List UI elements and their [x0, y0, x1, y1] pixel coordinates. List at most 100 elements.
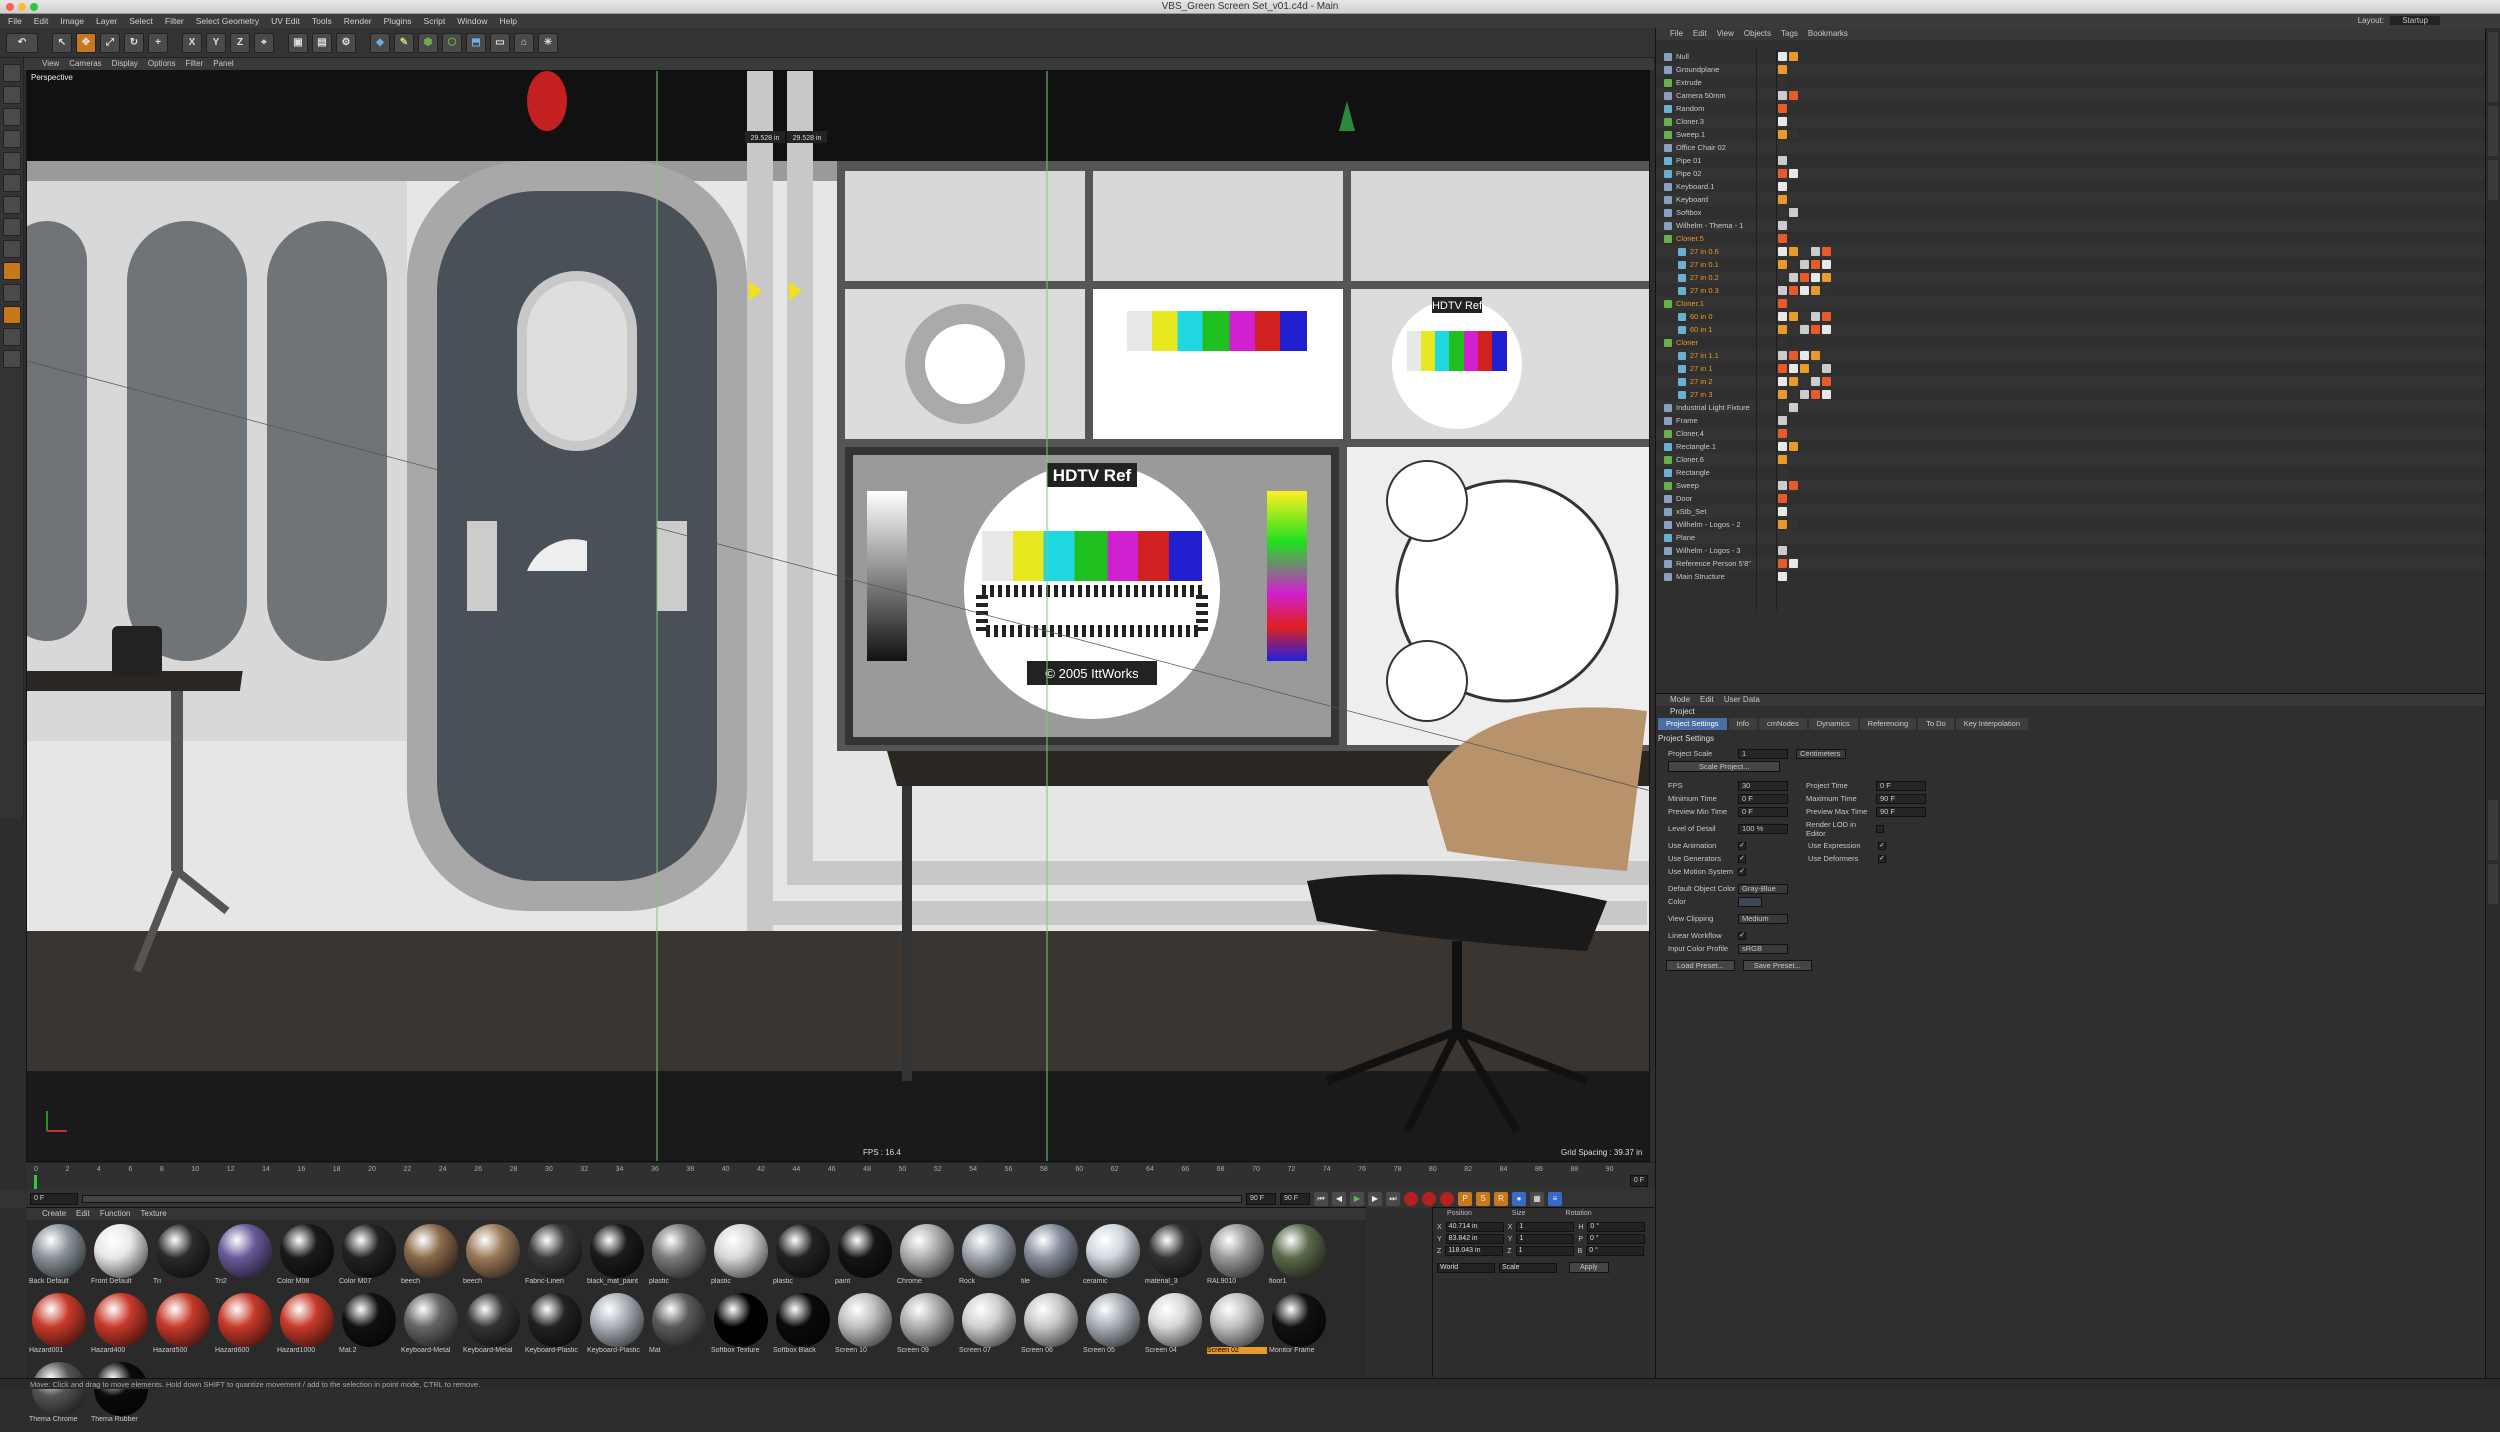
object-row[interactable]: Reference Person 5'8" [1656, 557, 2486, 570]
object-tag-icon[interactable] [1778, 247, 1787, 256]
min-time-field[interactable]: 0 F [1738, 793, 1788, 804]
object-tag-icon[interactable] [1778, 572, 1787, 581]
material-swatch[interactable]: Color M08 [277, 1224, 336, 1290]
object-tag-icon[interactable] [1789, 559, 1798, 568]
object-name[interactable]: Sweep [1676, 481, 1776, 490]
load-preset-button[interactable]: Load Preset... [1666, 960, 1735, 971]
preview-min-field[interactable]: 0 F [1738, 806, 1788, 817]
object-tag-icon[interactable] [1800, 273, 1809, 282]
scale-tool-icon[interactable]: ⤢ [100, 32, 120, 53]
object-tag-icon[interactable] [1800, 260, 1809, 269]
material-swatch[interactable]: beech [401, 1224, 460, 1290]
object-menu-objects[interactable]: Objects [1744, 28, 1771, 40]
object-name[interactable]: Rectangle [1676, 468, 1776, 477]
end-frame-field[interactable]: 90 F [1246, 1193, 1276, 1205]
object-tag-icon[interactable] [1822, 260, 1831, 269]
object-tag-icon[interactable] [1778, 325, 1787, 334]
object-tag-icon[interactable] [1778, 507, 1787, 516]
object-tag-icon[interactable] [1778, 78, 1787, 87]
lod-field[interactable]: 100 % [1738, 823, 1788, 834]
object-name[interactable]: Cloner [1676, 338, 1776, 347]
sculpt-icon[interactable] [2, 306, 21, 324]
object-row[interactable]: Wilhelm - Logos - 3 [1656, 544, 2486, 557]
object-tag-icon[interactable] [1778, 481, 1787, 490]
object-tag-icon[interactable] [1778, 559, 1787, 568]
object-tag-icon[interactable] [1811, 247, 1820, 256]
object-name[interactable]: Wilhelm - Thema - 1 [1676, 221, 1776, 230]
material-swatch[interactable]: Hazard600 [215, 1293, 274, 1359]
material-swatch[interactable]: Screen 10 [835, 1293, 894, 1359]
object-name[interactable]: Main Structure [1676, 572, 1776, 581]
object-name[interactable]: 27 in 1.1 [1690, 351, 1790, 360]
object-name[interactable]: Wilhelm - Logos - 3 [1676, 546, 1776, 555]
object-row[interactable]: Frame [1656, 414, 2486, 427]
object-tag-icon[interactable] [1789, 130, 1798, 139]
object-name[interactable]: Softbox [1676, 208, 1776, 217]
material-swatch[interactable]: Screen 04 [1145, 1293, 1204, 1359]
object-row[interactable]: Groundplane [1656, 63, 2486, 76]
planar-workplane-icon[interactable] [2, 328, 21, 346]
object-row[interactable]: Office Chair 02 [1656, 141, 2486, 154]
object-row[interactable]: 27 in 3 [1656, 388, 2486, 401]
object-row[interactable]: xStb_Set [1656, 505, 2486, 518]
object-tag-icon[interactable] [1811, 364, 1820, 373]
object-tag-icon[interactable] [1778, 494, 1787, 503]
menu-uv-edit[interactable]: UV Edit [271, 14, 300, 28]
material-swatch[interactable]: Mat.2 [339, 1293, 398, 1359]
object-tag-icon[interactable] [1778, 429, 1787, 438]
project-time-field[interactable]: 0 F [1876, 780, 1926, 791]
object-row[interactable]: Plane [1656, 531, 2486, 544]
material-swatch[interactable]: Mat [649, 1293, 708, 1359]
object-name[interactable]: Plane [1676, 533, 1776, 542]
object-row[interactable]: Random [1656, 102, 2486, 115]
object-name[interactable]: 27 in 1 [1690, 364, 1790, 373]
object-name[interactable]: Office Chair 02 [1676, 143, 1776, 152]
object-tag-icon[interactable] [1811, 312, 1820, 321]
object-tag-icon[interactable] [1778, 156, 1787, 165]
close-window-button[interactable] [6, 3, 14, 11]
menu-file[interactable]: File [8, 14, 22, 28]
tab-info[interactable]: Info [1728, 718, 1758, 730]
end-frame-field-2[interactable]: 90 F [1280, 1193, 1310, 1205]
object-row[interactable]: Cloner.6 [1656, 453, 2486, 466]
render-settings-icon[interactable]: ⚙ [336, 32, 356, 53]
viewport-menu-options[interactable]: Options [148, 58, 176, 70]
snapping-icon[interactable] [2, 262, 21, 280]
object-tag-icon[interactable] [1811, 260, 1820, 269]
material-swatch[interactable]: Monitor Frame [1269, 1293, 1328, 1359]
scale-project-button[interactable]: Scale Project... [1668, 761, 1781, 772]
project-scale-field[interactable]: 1 [1738, 748, 1788, 759]
object-row[interactable]: Main Structure [1656, 570, 2486, 583]
material-menu-edit[interactable]: Edit [76, 1208, 90, 1220]
object-tag-icon[interactable] [1800, 377, 1809, 386]
go-to-start-icon[interactable]: ⏮ [1314, 1192, 1328, 1206]
attribute-menu-user-data[interactable]: User Data [1724, 694, 1760, 706]
rotation-field[interactable]: 0 ° [1587, 1222, 1646, 1232]
object-tag-icon[interactable] [1822, 247, 1831, 256]
rotation-key-icon[interactable]: R [1494, 1192, 1508, 1206]
object-name[interactable]: 27 in 3 [1690, 390, 1790, 399]
material-swatch[interactable]: floor1 [1269, 1224, 1328, 1290]
object-tag-icon[interactable] [1789, 390, 1798, 399]
object-tag-icon[interactable] [1778, 338, 1787, 347]
object-name[interactable]: 27 in 2 [1690, 377, 1790, 386]
render-view-icon[interactable]: ▣ [288, 32, 308, 53]
scale-key-icon[interactable]: S [1476, 1192, 1490, 1206]
material-swatch[interactable]: Back Default [29, 1224, 88, 1290]
object-name[interactable]: Reference Person 5'8" [1676, 559, 1776, 568]
object-tag-icon[interactable] [1800, 247, 1809, 256]
attribute-menu-edit[interactable]: Edit [1700, 694, 1714, 706]
size-field[interactable]: 1 [1515, 1246, 1574, 1256]
object-color-select[interactable]: Gray-Blue [1738, 883, 1788, 894]
position-key-icon[interactable]: P [1458, 1192, 1472, 1206]
object-tag-icon[interactable] [1789, 286, 1798, 295]
object-row[interactable]: 27 in 0.2 [1656, 271, 2486, 284]
object-row[interactable]: 27 in 2 [1656, 375, 2486, 388]
menu-image[interactable]: Image [60, 14, 84, 28]
make-editable-icon[interactable] [2, 64, 21, 82]
material-swatch[interactable]: Front Default [91, 1224, 150, 1290]
object-row[interactable]: 27 in 0.6 [1656, 245, 2486, 258]
layers-side-tab[interactable] [2488, 864, 2498, 904]
solo-icon[interactable] [2, 350, 21, 368]
keyframe-selection-icon[interactable] [1440, 1192, 1454, 1206]
